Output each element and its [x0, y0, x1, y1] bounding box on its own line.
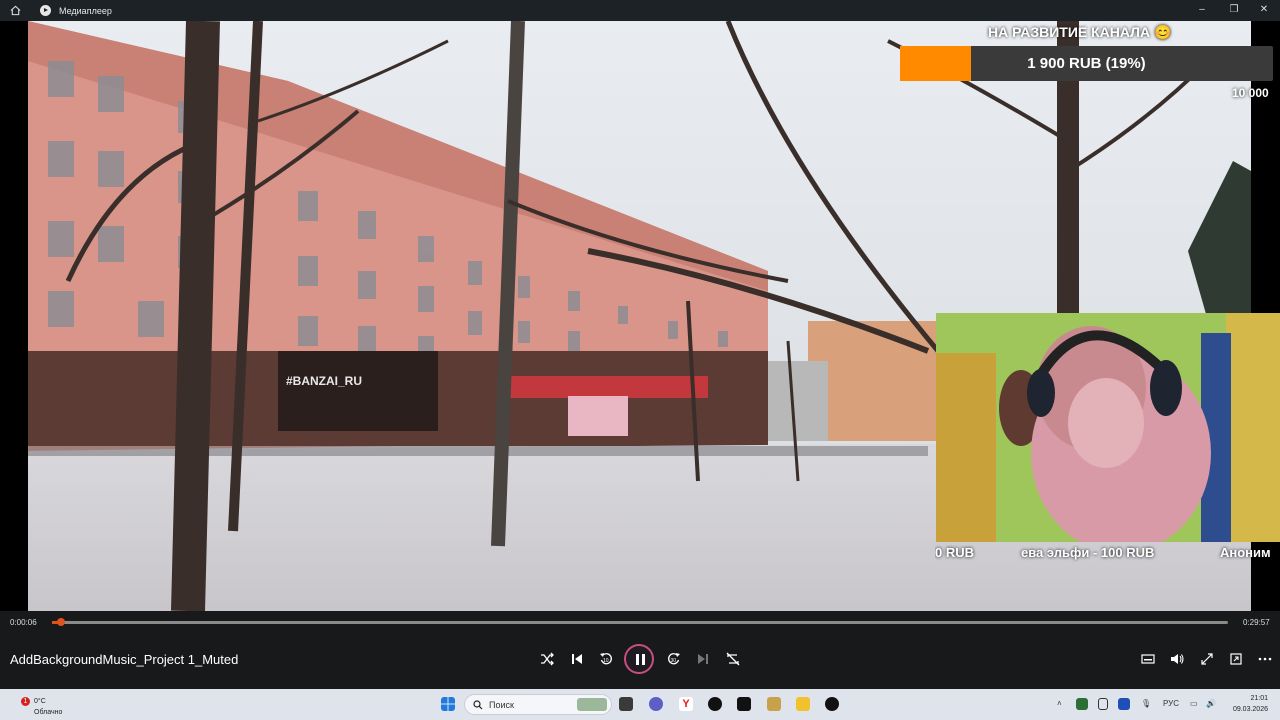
weather-temperature: 0°C	[34, 698, 46, 705]
seek-thumb[interactable]	[57, 618, 66, 626]
forward-30-icon[interactable]: 30	[666, 651, 682, 667]
network-icon[interactable]: ▭	[1190, 699, 1198, 708]
yandex-browser-icon[interactable]: Y	[679, 697, 693, 711]
search-icon	[473, 700, 483, 710]
file-name: AddBackgroundMusic_Project 1_Muted	[10, 652, 239, 667]
speaker-icon[interactable]: 🔊	[1206, 699, 1216, 708]
media-player-icon	[40, 5, 51, 16]
repeat-off-icon[interactable]	[725, 651, 741, 667]
donation-ticker: 0 RUB ева эльфи - 100 RUB Аноним	[935, 545, 1280, 565]
donation-goal-bar: 1 900 RUB (19%)	[900, 46, 1273, 81]
language-indicator[interactable]: РУС	[1163, 699, 1179, 708]
ticker-item: Аноним	[1220, 545, 1271, 560]
seek-bar[interactable]	[52, 618, 1228, 626]
minimize-button[interactable]: –	[1196, 4, 1208, 16]
pause-button[interactable]	[624, 644, 654, 674]
notification-badge: 1	[21, 697, 30, 706]
window-title: Медиаплеер	[59, 6, 112, 16]
tray-app-icon-2[interactable]	[1118, 698, 1130, 710]
donation-goal-label: 1 900 RUB (19%)	[1027, 55, 1146, 72]
restore-button[interactable]: ❐	[1228, 4, 1240, 16]
weather-condition: Облачно	[34, 709, 63, 716]
current-time: 0:00:06	[10, 618, 37, 627]
clock-date: 09.03.2026	[1232, 706, 1268, 713]
subtitles-icon[interactable]	[1140, 651, 1156, 667]
title-bar: Медиаплеер – ❐ ✕	[0, 0, 1280, 21]
clock[interactable]: 21:01 09.03.2026	[1224, 693, 1268, 715]
next-icon[interactable]	[695, 651, 711, 667]
home-icon[interactable]	[10, 5, 21, 16]
webcam-image	[936, 313, 1280, 542]
chevron-up-icon[interactable]: ˄	[1057, 699, 1062, 708]
fullscreen-icon[interactable]	[1199, 651, 1215, 667]
mini-player-icon[interactable]	[1228, 651, 1244, 667]
search-placeholder: Поиск	[489, 700, 514, 710]
player-controls: 0:00:06 0:29:57 AddBackgroundMusic_Proje…	[0, 611, 1280, 689]
clock-time: 21:01	[1250, 695, 1268, 702]
search-highlight-image	[577, 698, 607, 711]
microphone-icon[interactable]: 🎙	[1141, 699, 1151, 708]
svg-text:30: 30	[671, 658, 677, 664]
ticker-item: 0 RUB	[935, 545, 975, 560]
total-time: 0:29:57	[1243, 618, 1270, 627]
donation-goal-title: НА РАЗВИТИЕ КАНАЛА 😊	[988, 24, 1172, 40]
task-view-icon[interactable]	[619, 697, 633, 711]
start-icon[interactable]	[441, 697, 455, 711]
folder-icon[interactable]	[796, 697, 810, 711]
package-icon[interactable]	[767, 697, 781, 711]
tray-app-icon[interactable]	[1076, 698, 1088, 710]
webcam-overlay	[936, 313, 1280, 542]
volume-icon[interactable]	[1169, 651, 1185, 667]
rewind-10-icon[interactable]: 10	[598, 651, 614, 667]
donation-goal-target: 10 000	[1232, 86, 1269, 100]
more-icon[interactable]	[1257, 651, 1273, 667]
app-icon[interactable]	[708, 697, 722, 711]
media-player-taskbar-icon[interactable]	[825, 697, 839, 711]
ticker-item: ева эльфи - 100 RUB	[1021, 545, 1155, 560]
capcut-icon[interactable]	[737, 697, 751, 711]
shuffle-icon[interactable]	[539, 651, 555, 667]
banzai-sign: #BANZAI_RU	[286, 374, 362, 388]
taskbar-search[interactable]: Поиск	[464, 694, 612, 715]
svg-text:10: 10	[603, 658, 609, 664]
battery-icon[interactable]	[1098, 698, 1108, 710]
chat-icon[interactable]	[649, 697, 663, 711]
previous-icon[interactable]	[569, 651, 585, 667]
taskbar: 1 0°C Облачно Поиск Y ˄ 🎙 РУС ▭ 🔊 21:01 …	[0, 689, 1280, 720]
close-button[interactable]: ✕	[1258, 4, 1270, 16]
